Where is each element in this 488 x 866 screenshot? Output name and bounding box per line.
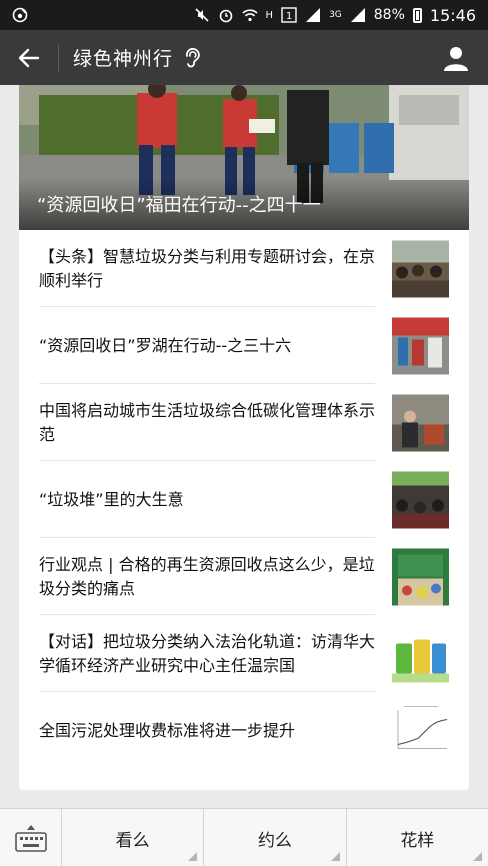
- bottom-menu: 看么 约么 花样: [0, 808, 488, 866]
- hero-article[interactable]: “资源回收日”福田在行动--之四十一: [19, 85, 469, 230]
- person-icon: [444, 46, 468, 71]
- article-title: “垃圾堆”里的大生意: [39, 489, 184, 509]
- article-thumbnail: [392, 625, 449, 682]
- article-title: 全国污泥处理收费标准将进一步提升: [39, 720, 296, 740]
- list-item[interactable]: “资源回收日”罗湖在行动--之三十六: [19, 307, 469, 384]
- submenu-indicator-icon: [472, 852, 482, 861]
- list-item[interactable]: 中国将启动城市生活垃圾综合低碳化管理体系示范: [19, 384, 469, 461]
- hero-caption: “资源回收日”福田在行动--之四十一: [19, 178, 469, 230]
- article-thumbnail: [392, 317, 449, 374]
- article-title: 【对话】把垃圾分类纳入法治化轨道：访清华大学循环经济产业研究中心主任温宗国: [39, 631, 376, 675]
- article-thumbnail: [392, 471, 449, 528]
- menu-button-kanme[interactable]: 看么: [62, 809, 205, 866]
- signal-icon-2: [350, 7, 366, 23]
- network-3g-label: 3G: [329, 10, 342, 20]
- article-list-card: “资源回收日”福田在行动--之四十一 【头条】智慧垃圾分类与利用专题研讨会，在京…: [19, 85, 469, 790]
- menu-button-yueme[interactable]: 约么: [204, 809, 347, 866]
- title-bar: 绿色神州行: [0, 30, 488, 85]
- article-title: “资源回收日”罗湖在行动--之三十六: [39, 335, 292, 355]
- article-title: 行业观点 | 合格的再生资源回收点这么少，是垃圾分类的痛点: [39, 554, 375, 598]
- arrow-left-icon: [18, 48, 40, 67]
- article-thumbnail: [392, 702, 449, 759]
- signal-1-icon: 1: [281, 7, 297, 23]
- article-thumbnail: [392, 394, 449, 451]
- list-item[interactable]: 【头条】智慧垃圾分类与利用专题研讨会，在京顺利举行: [19, 230, 469, 307]
- article-title: 【头条】智慧垃圾分类与利用专题研讨会，在京顺利举行: [39, 246, 376, 290]
- menu-button-huayang[interactable]: 花样: [347, 809, 488, 866]
- network-h-label: H: [265, 9, 274, 21]
- alarm-icon: [218, 7, 234, 23]
- list-item[interactable]: 行业观点 | 合格的再生资源回收点这么少，是垃圾分类的痛点: [19, 538, 469, 615]
- article-thumbnail: [392, 240, 449, 297]
- keyboard-button[interactable]: [0, 809, 62, 866]
- list-item[interactable]: “垃圾堆”里的大生意: [19, 461, 469, 538]
- mute-icon: [194, 7, 210, 23]
- clock: 15:46: [429, 5, 476, 25]
- wifi-icon: [241, 7, 258, 23]
- menu-label: 约么: [257, 830, 292, 851]
- status-bar: H 1 3G 88% 15:46: [0, 0, 488, 30]
- page-title: 绿色神州行: [73, 48, 174, 70]
- keyboard-icon: [14, 825, 47, 852]
- battery-percent: 88%: [373, 7, 405, 23]
- submenu-indicator-icon: [188, 852, 198, 861]
- weibo-icon: [12, 7, 28, 23]
- submenu-indicator-icon: [330, 852, 340, 861]
- title-divider: [58, 43, 59, 72]
- article-title: 中国将启动城市生活垃圾综合低碳化管理体系示范: [39, 400, 376, 444]
- signal-icon: [305, 7, 321, 23]
- battery-icon: [412, 7, 422, 23]
- profile-button[interactable]: [424, 30, 488, 85]
- list-item[interactable]: 全国污泥处理收费标准将进一步提升: [19, 692, 469, 769]
- article-thumbnail: [392, 548, 449, 605]
- svg-text:1: 1: [286, 11, 292, 22]
- menu-label: 看么: [115, 830, 150, 851]
- ear-icon: [183, 47, 201, 69]
- menu-label: 花样: [400, 830, 435, 851]
- back-button[interactable]: [0, 30, 58, 85]
- list-item[interactable]: 【对话】把垃圾分类纳入法治化轨道：访清华大学循环经济产业研究中心主任温宗国: [19, 615, 469, 692]
